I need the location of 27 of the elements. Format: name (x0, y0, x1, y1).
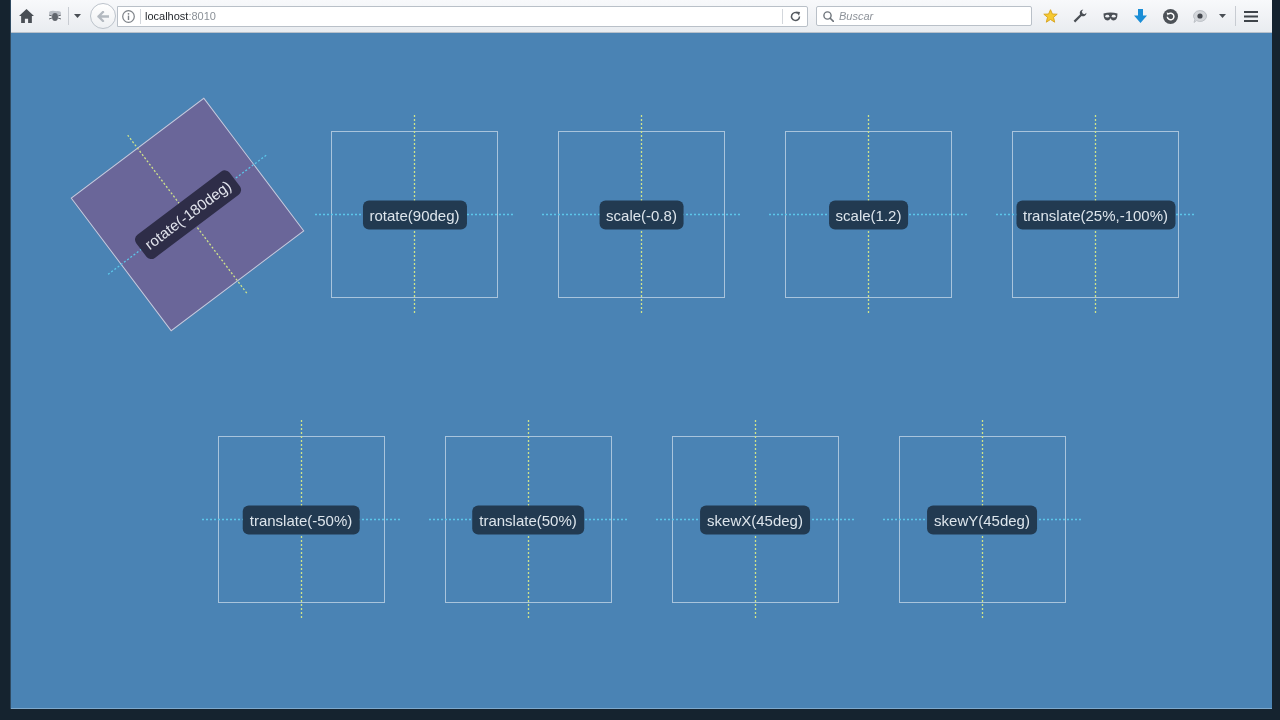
address-field[interactable]: localhost:8010 (117, 5, 808, 27)
caret-icon[interactable] (1219, 14, 1226, 18)
url-port-text: :8010 (188, 10, 216, 22)
back-arrow-icon (97, 10, 109, 22)
menu-icon[interactable] (1244, 10, 1258, 22)
mask-icon[interactable] (1102, 11, 1118, 21)
url-host-text: localhost (145, 10, 189, 22)
search-field[interactable]: Buscar (816, 6, 1032, 26)
transform-label: rotate(90deg) (362, 200, 467, 229)
search-icon (823, 10, 834, 22)
wrench-icon[interactable] (1073, 9, 1087, 23)
transform-label: skewX(45deg) (700, 505, 810, 534)
star-icon[interactable] (1042, 9, 1058, 23)
transform-label: skewY(45deg) (927, 505, 1037, 534)
info-icon[interactable] (122, 9, 135, 23)
transform-label: translate(-50%) (242, 505, 360, 534)
transform-label: translate(25%,-100%) (1015, 200, 1176, 229)
reload-icon[interactable] (790, 10, 801, 22)
transform-label: translate(50%) (472, 505, 584, 534)
transform-label: scale(-0.8) (599, 200, 684, 229)
search-input[interactable]: Buscar (839, 7, 1031, 25)
download-arrow-icon[interactable] (1133, 9, 1147, 23)
transform-label: scale(1.2) (828, 200, 909, 229)
speech-bubble-icon[interactable] (1193, 9, 1207, 23)
caret-icon[interactable] (74, 14, 81, 18)
home-icon[interactable] (19, 9, 34, 23)
bug-icon[interactable] (48, 10, 62, 22)
